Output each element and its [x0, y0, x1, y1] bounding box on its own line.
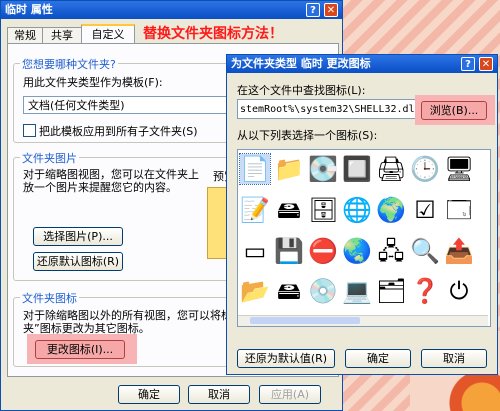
icon-list-label: 从以下列表选择一个图标(S): [237, 129, 378, 142]
ok-button[interactable]: 确定 [345, 349, 411, 368]
template-label: 用此文件夹类型作为模板(F): [23, 76, 163, 89]
computer-icon[interactable]: 💻 [342, 276, 372, 306]
icon-list[interactable]: 📄 📁 💽 🔲 🖨 🕒 🖥 📝 🖴 🗄 🌐 🌍 ☑ 🗔 ▭ 💾 ⛔ 🌏 🖧 🔍 … [237, 149, 491, 327]
drive-icon[interactable]: 💽 [308, 154, 338, 184]
dialog-titlebar[interactable]: 为文件夹类型 临时 更改图标 ? ✕ [227, 55, 497, 73]
apply-subfolders-label: 把此模板应用到所有子文件夹(S) [39, 125, 198, 138]
globe-arrows-icon[interactable]: 🌏 [342, 236, 372, 266]
change-icon-button[interactable]: 更改图标(I)... [35, 340, 125, 359]
instruction-headline: 替换文件夹图标方法！ [143, 26, 283, 42]
hard-drive-icon[interactable]: 🖴 [274, 276, 304, 306]
cancel-button[interactable]: 取消 [188, 385, 250, 404]
search-icon[interactable]: 🔍 [410, 236, 440, 266]
change-icon-dialog: 为文件夹类型 临时 更改图标 ? ✕ 在这个文件中查找图标(L): stemRo… [226, 54, 498, 375]
notepad-icon[interactable]: 📝 [240, 195, 270, 225]
window-title: 临时 属性 [5, 3, 53, 16]
help-icon[interactable]: ❓ [410, 276, 440, 306]
tab-general[interactable]: 常规 [7, 27, 43, 44]
control-panel-icon[interactable]: 🗂 [376, 276, 406, 306]
group-label: 文件夹图标 [20, 290, 79, 306]
dialog-title: 为文件夹类型 临时 更改图标 [231, 57, 371, 70]
template-value: 文档(任何文件类型) [28, 99, 125, 112]
network-icon[interactable]: 🖧 [376, 236, 406, 266]
power-icon[interactable]: ⏻ [444, 276, 474, 306]
ok-button[interactable]: 确定 [118, 385, 180, 404]
apply-subfolders-checkbox[interactable] [23, 124, 36, 137]
picture-description: 对于缩略图视图，您可以在文件夹上放一个图片来提醒您它的内容。 [23, 168, 199, 194]
clock-icon[interactable]: 🕒 [410, 154, 440, 184]
checklist-icon[interactable]: ☑ [410, 195, 440, 225]
choose-picture-button[interactable]: 选择图片(P)... [33, 227, 123, 246]
folder-open-icon[interactable]: 📂 [240, 276, 270, 306]
browse-button[interactable]: 浏览(B)... [421, 101, 487, 120]
group-label: 您想要哪种文件夹? [20, 56, 118, 72]
group-label: 文件夹图片 [20, 150, 79, 166]
window-frame-icon[interactable]: ▭ [240, 236, 270, 266]
folder-icon[interactable]: 📁 [274, 154, 304, 184]
close-button[interactable]: ✕ [324, 3, 338, 17]
cancel-button[interactable]: 取消 [421, 349, 487, 368]
globe-icon[interactable]: 🌐 [342, 195, 372, 225]
restore-default-button[interactable]: 还原默认图标(R) [33, 252, 123, 271]
horizontal-scrollbar[interactable] [238, 315, 488, 326]
drive-arrow-icon[interactable]: 📤 [444, 236, 474, 266]
help-button[interactable]: ? [306, 3, 320, 17]
tab-sharing[interactable]: 共享 [42, 27, 82, 44]
window-icon[interactable]: 🗔 [444, 195, 474, 225]
network-globe-icon[interactable]: 🌍 [376, 195, 406, 225]
document-icon[interactable]: 📄 [239, 153, 271, 185]
drive-network-icon[interactable]: 💿 [308, 276, 338, 306]
close-button[interactable]: ✕ [479, 57, 493, 71]
network-drive-icon[interactable]: 🖴 [274, 195, 304, 225]
apply-button[interactable]: 应用(A) [259, 385, 321, 404]
chip-icon[interactable]: 🔲 [342, 154, 372, 184]
search-file-label: 在这个文件中查找图标(L): [237, 84, 366, 97]
monitor-icon[interactable]: 🖥 [444, 154, 474, 184]
help-button[interactable]: ? [461, 57, 475, 71]
disconnected-drive-icon[interactable]: ⛔ [308, 236, 338, 266]
restore-default-button[interactable]: 还原为默认值(R) [237, 349, 335, 368]
tab-customize[interactable]: 自定义 [81, 24, 135, 45]
icon-file-path-input[interactable]: stemRoot%\system32\SHELL32.dll [237, 99, 417, 119]
floppy-drive-icon[interactable]: 💾 [274, 236, 304, 266]
network-drive2-icon[interactable]: 🗄 [308, 195, 338, 225]
scroll-thumb[interactable] [250, 317, 360, 324]
printer-icon[interactable]: 🖨 [376, 154, 406, 184]
properties-titlebar[interactable]: 临时 属性 ? ✕ [1, 1, 342, 19]
